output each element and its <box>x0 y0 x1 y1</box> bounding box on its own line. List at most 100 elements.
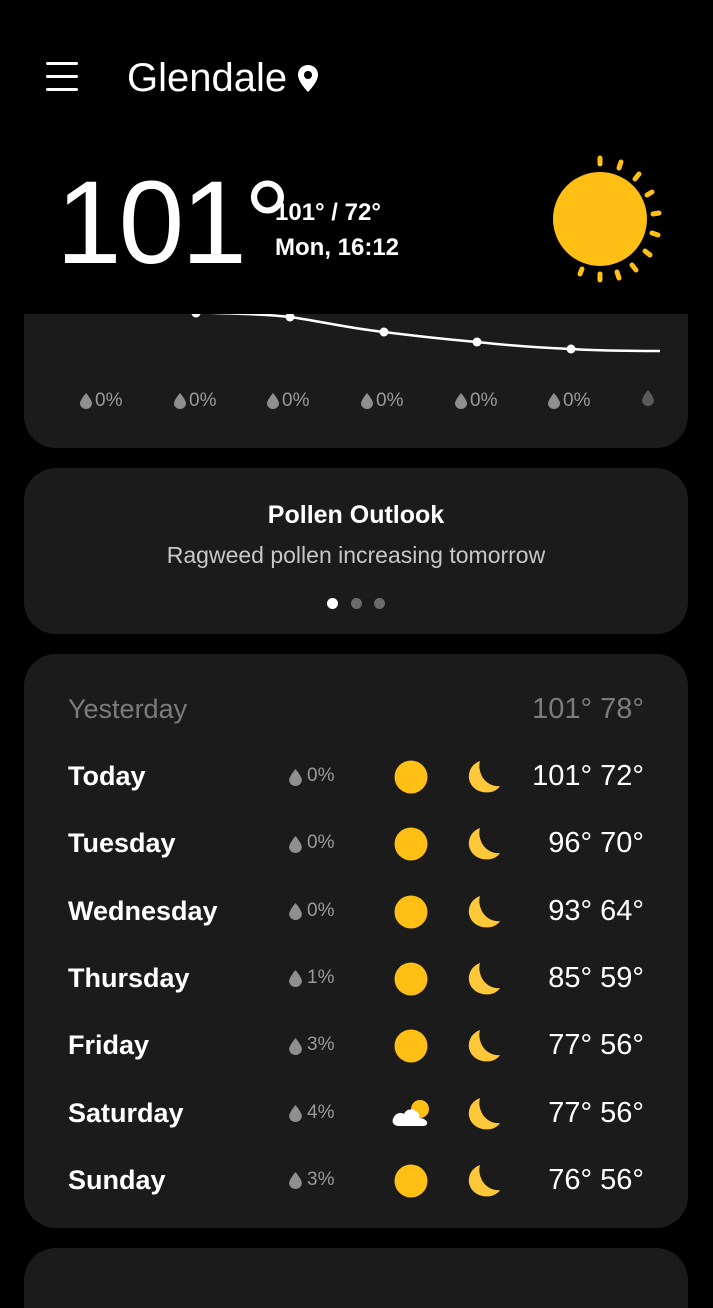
raindrop-icon <box>455 393 467 409</box>
hourly-precip-value: 0% <box>563 390 591 411</box>
raindrop-icon <box>267 393 279 409</box>
day-precipitation: 0% <box>289 830 334 856</box>
moon-icon <box>464 826 502 862</box>
hourly-precip-value: 0% <box>376 390 404 411</box>
day-precip-value: 3% <box>307 1168 335 1190</box>
day-precip-value: 4% <box>307 1101 335 1123</box>
sun-icon <box>390 894 432 930</box>
raindrop-icon <box>361 393 373 409</box>
day-name: Sunday <box>68 1164 166 1195</box>
page-indicator-dot[interactable] <box>327 598 338 609</box>
day-temps: 77° 56° <box>548 1096 644 1129</box>
daily-row[interactable]: Thursday 1% 85° 59° <box>24 953 688 1003</box>
moon-icon <box>464 759 502 795</box>
daily-row-yesterday[interactable]: Yesterday 101° 78° <box>24 684 688 734</box>
day-name: Thursday <box>68 962 190 993</box>
moon-icon <box>464 961 502 997</box>
sun-icon <box>390 961 432 997</box>
day-name: Wednesday <box>68 895 218 926</box>
day-name: Tuesday <box>68 828 176 859</box>
menu-icon[interactable] <box>46 60 80 92</box>
hourly-point <box>285 314 295 322</box>
partly-cloudy-icon <box>390 1096 432 1132</box>
raindrop-icon <box>548 393 560 409</box>
hourly-precip-value: 0% <box>189 390 217 411</box>
day-name: Saturday <box>68 1097 184 1128</box>
raindrop-icon <box>174 393 186 409</box>
hourly-temperature-curve <box>191 314 661 354</box>
raindrop-icon <box>642 390 654 406</box>
day-precip-value: 0% <box>307 899 335 921</box>
moon-icon <box>464 1028 502 1064</box>
daily-row[interactable]: Wednesday 0% 93° 64° <box>24 886 688 936</box>
day-temps: 96° 70° <box>548 827 644 860</box>
day-precipitation: 3% <box>289 1167 334 1193</box>
day-name: Friday <box>68 1030 150 1061</box>
sun-icon <box>390 1163 432 1199</box>
day-name: Yesterday <box>68 694 188 724</box>
day-precip-value: 1% <box>307 966 335 988</box>
raindrop-icon <box>289 1037 302 1055</box>
location-pin-icon <box>298 65 318 92</box>
high-low-temperature: 101° / 72° <box>275 199 381 226</box>
hourly-precip: 0% <box>267 390 309 412</box>
hourly-precip-value: 0% <box>282 390 310 411</box>
raindrop-icon <box>289 902 302 921</box>
daily-row[interactable]: Today 0% 101° 72° <box>24 751 688 801</box>
page-indicator-dot[interactable] <box>351 598 362 609</box>
hourly-precip-value: 0% <box>470 390 498 411</box>
sun-icon <box>553 155 662 283</box>
day-precipitation: 4% <box>289 1100 334 1126</box>
raindrop-icon <box>289 1104 302 1122</box>
hourly-point <box>191 314 201 318</box>
daily-row[interactable]: Saturday 4% 77° 56° <box>24 1088 688 1138</box>
hourly-precip-partial <box>642 390 654 406</box>
day-temps: 101° 78° <box>532 693 644 725</box>
day-precip-value: 0% <box>307 765 335 786</box>
day-precipitation: 0% <box>289 898 334 924</box>
day-precip-value: 3% <box>307 1034 335 1056</box>
moon-icon <box>464 1163 502 1199</box>
hourly-point <box>379 327 389 337</box>
day-temps: 101° 72° <box>532 760 644 792</box>
hourly-point <box>472 337 482 347</box>
page-indicator-dot[interactable] <box>374 598 385 609</box>
sun-icon <box>390 759 432 795</box>
hourly-precip: 0% <box>455 390 497 412</box>
hourly-precip: 0% <box>361 390 403 412</box>
hourly-forecast-card[interactable]: 0% 0% 0% 0% 0% 0% <box>24 314 688 448</box>
city-name[interactable]: Glendale <box>127 54 287 102</box>
raindrop-icon <box>289 1171 302 1190</box>
day-temps: 76° 56° <box>548 1163 644 1196</box>
sun-icon <box>390 826 432 862</box>
current-datetime: Mon, 16:12 <box>275 234 400 261</box>
daily-forecast-card[interactable]: Yesterday 101° 78° Today 0% 101° 72° Tuesda… <box>24 654 688 1228</box>
day-precipitation: 0% <box>289 763 334 789</box>
daily-row[interactable]: Friday 3% 77° 56° <box>24 1020 688 1070</box>
pollen-title: Pollen Outlook <box>267 501 445 529</box>
raindrop-icon <box>289 969 302 988</box>
pollen-outlook-card[interactable]: Pollen Outlook Ragweed pollen increasing… <box>24 468 688 634</box>
raindrop-icon <box>289 768 302 786</box>
current-temperature: 101° <box>56 157 291 289</box>
hourly-precip: 0% <box>174 390 216 412</box>
day-precip-value: 0% <box>307 832 335 854</box>
day-name: Today <box>68 761 146 791</box>
raindrop-icon <box>289 835 302 853</box>
next-card <box>24 1248 688 1308</box>
hourly-point <box>566 344 576 354</box>
day-temps: 77° 56° <box>548 1029 644 1062</box>
daily-row[interactable]: Tuesday 0% 96° 70° <box>24 818 688 868</box>
moon-icon <box>464 894 502 930</box>
raindrop-icon <box>80 393 92 409</box>
day-temps: 93° 64° <box>548 894 644 927</box>
sun-icon <box>390 1028 432 1064</box>
day-temps: 85° 59° <box>548 961 644 994</box>
pollen-description: Ragweed pollen increasing tomorrow <box>166 542 546 568</box>
daily-row[interactable]: Sunday 3% 76° 56° <box>24 1155 688 1205</box>
hourly-precip-value: 0% <box>95 390 123 411</box>
hourly-precip: 0% <box>80 390 122 412</box>
hourly-precip: 0% <box>548 390 590 412</box>
moon-icon <box>464 1096 502 1132</box>
day-precipitation: 1% <box>289 965 334 991</box>
